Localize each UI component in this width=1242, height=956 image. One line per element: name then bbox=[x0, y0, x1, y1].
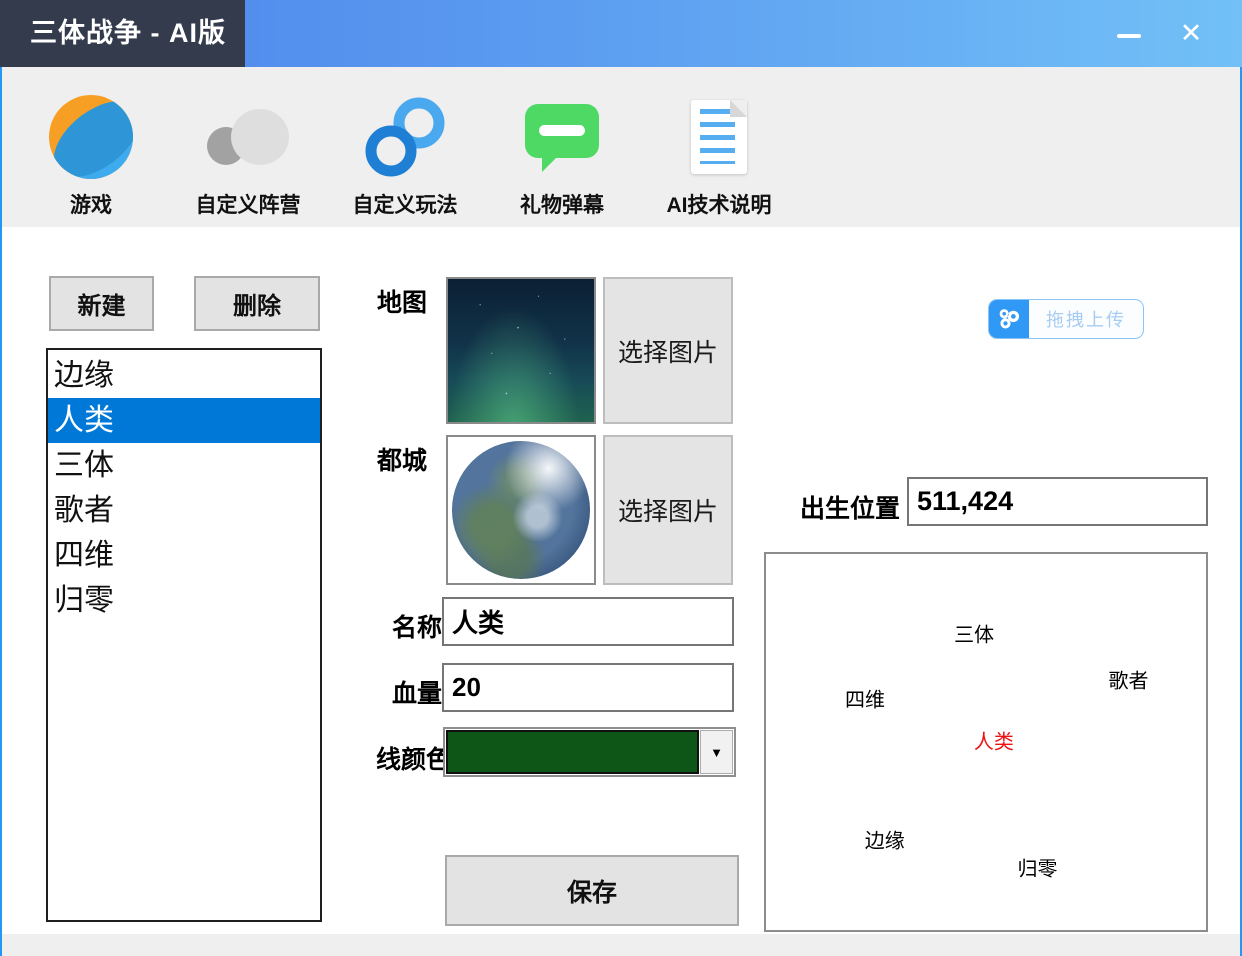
faction-minimap[interactable]: 三体 歌者 四维 人类 边缘 归零 bbox=[764, 552, 1208, 932]
toolbar-item-game[interactable]: 游戏 bbox=[30, 67, 152, 227]
close-button[interactable]: ✕ bbox=[1176, 20, 1206, 47]
minimap-faction-label: 人类 bbox=[974, 726, 1014, 755]
drag-upload-label: 拖拽上传 bbox=[1029, 300, 1143, 338]
list-item-selected[interactable]: 人类 bbox=[48, 398, 320, 443]
capital-label: 都城 bbox=[377, 441, 427, 477]
name-label: 名称 bbox=[392, 608, 442, 644]
hp-label: 血量 bbox=[392, 674, 442, 710]
spawn-position-label: 出生位置 bbox=[800, 489, 900, 525]
drag-upload-badge[interactable]: 拖拽上传 bbox=[989, 300, 1143, 338]
window-title: 三体战争 - AI版 bbox=[0, 0, 245, 67]
hp-input[interactable] bbox=[442, 663, 734, 712]
line-color-dropdown[interactable]: ▼ bbox=[443, 727, 736, 777]
app-window: 三体战争 - AI版 ✕ 游戏 自定义阵营 自定义玩法 bbox=[0, 0, 1242, 956]
list-item[interactable]: 边缘 bbox=[48, 353, 320, 398]
chevron-down-icon: ▼ bbox=[710, 745, 723, 760]
planet-image bbox=[452, 441, 590, 579]
save-button[interactable]: 保存 bbox=[445, 855, 739, 926]
list-item[interactable]: 归零 bbox=[48, 578, 320, 623]
map-thumbnail bbox=[446, 277, 596, 424]
toolbar-item-gift-danmaku[interactable]: 礼物弹幕 bbox=[501, 67, 623, 227]
line-color-label: 线颜色 bbox=[376, 740, 451, 776]
name-input[interactable] bbox=[442, 597, 734, 646]
minimap-faction-label: 三体 bbox=[954, 619, 994, 648]
minimap-faction-label: 边缘 bbox=[865, 825, 905, 854]
chain-link-icon bbox=[362, 94, 448, 180]
speech-bubble-icon bbox=[525, 104, 599, 158]
new-button[interactable]: 新建 bbox=[49, 276, 154, 331]
minimap-faction-label: 四维 bbox=[845, 684, 885, 713]
color-swatch bbox=[446, 730, 699, 774]
capital-thumbnail bbox=[446, 435, 596, 585]
minimize-icon bbox=[1117, 34, 1141, 38]
choose-capital-image-button[interactable]: 选择图片 bbox=[603, 435, 733, 585]
list-item[interactable]: 歌者 bbox=[48, 488, 320, 533]
spawn-position-input[interactable] bbox=[907, 477, 1208, 526]
map-label: 地图 bbox=[377, 283, 427, 319]
dropdown-arrow-button[interactable]: ▼ bbox=[700, 730, 733, 774]
choose-map-image-button[interactable]: 选择图片 bbox=[603, 277, 733, 424]
delete-button[interactable]: 删除 bbox=[194, 276, 320, 331]
minimap-faction-label: 歌者 bbox=[1109, 664, 1149, 693]
toolbar: 游戏 自定义阵营 自定义玩法 礼物弹幕 AI技术说明 bbox=[2, 67, 1240, 227]
faction-listbox[interactable]: 边缘 人类 三体 歌者 四维 归零 bbox=[46, 348, 322, 922]
toolbar-item-custom-faction[interactable]: 自定义阵营 bbox=[187, 67, 309, 227]
minimize-button[interactable] bbox=[1114, 25, 1144, 43]
window-bottom-strip bbox=[2, 934, 1240, 956]
titlebar: 三体战争 - AI版 ✕ bbox=[0, 0, 1242, 67]
clouds-icon bbox=[205, 107, 291, 167]
document-icon bbox=[691, 100, 747, 174]
list-item[interactable]: 四维 bbox=[48, 533, 320, 578]
list-item[interactable]: 三体 bbox=[48, 443, 320, 488]
game-sphere-icon bbox=[49, 95, 133, 179]
minimap-faction-label: 归零 bbox=[1017, 852, 1057, 881]
toolbar-item-custom-gameplay[interactable]: 自定义玩法 bbox=[344, 67, 466, 227]
netdisk-logo-icon bbox=[989, 300, 1029, 338]
toolbar-item-ai-docs[interactable]: AI技术说明 bbox=[658, 67, 780, 227]
